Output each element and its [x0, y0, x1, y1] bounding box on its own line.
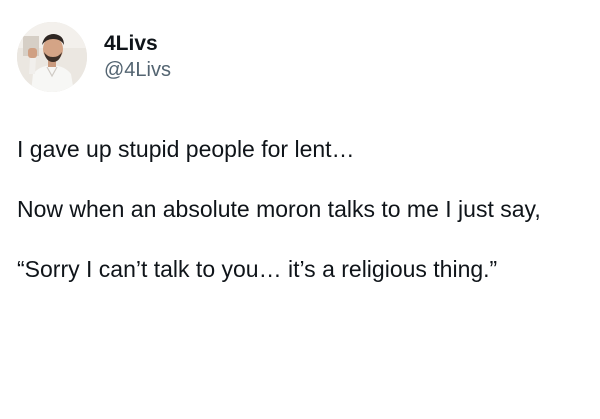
tweet-header: 4Livs @4Livs: [17, 22, 171, 92]
tweet-paragraph: Now when an absolute moron talks to me I…: [17, 196, 541, 222]
user-handle[interactable]: @4Livs: [104, 57, 171, 83]
tweet-paragraph: I gave up stupid people for lent…: [17, 136, 355, 162]
author-identity: 4Livs @4Livs: [104, 31, 171, 83]
display-name[interactable]: 4Livs: [104, 31, 171, 57]
tweet-body: I gave up stupid people for lent… Now wh…: [17, 134, 583, 284]
profile-photo-avatar-icon: [17, 22, 87, 92]
tweet-card: 4Livs @4Livs I gave up stupid people for…: [0, 0, 600, 419]
avatar[interactable]: [17, 22, 87, 92]
tweet-paragraph: “Sorry I can’t talk to you… it’s a relig…: [17, 256, 498, 282]
